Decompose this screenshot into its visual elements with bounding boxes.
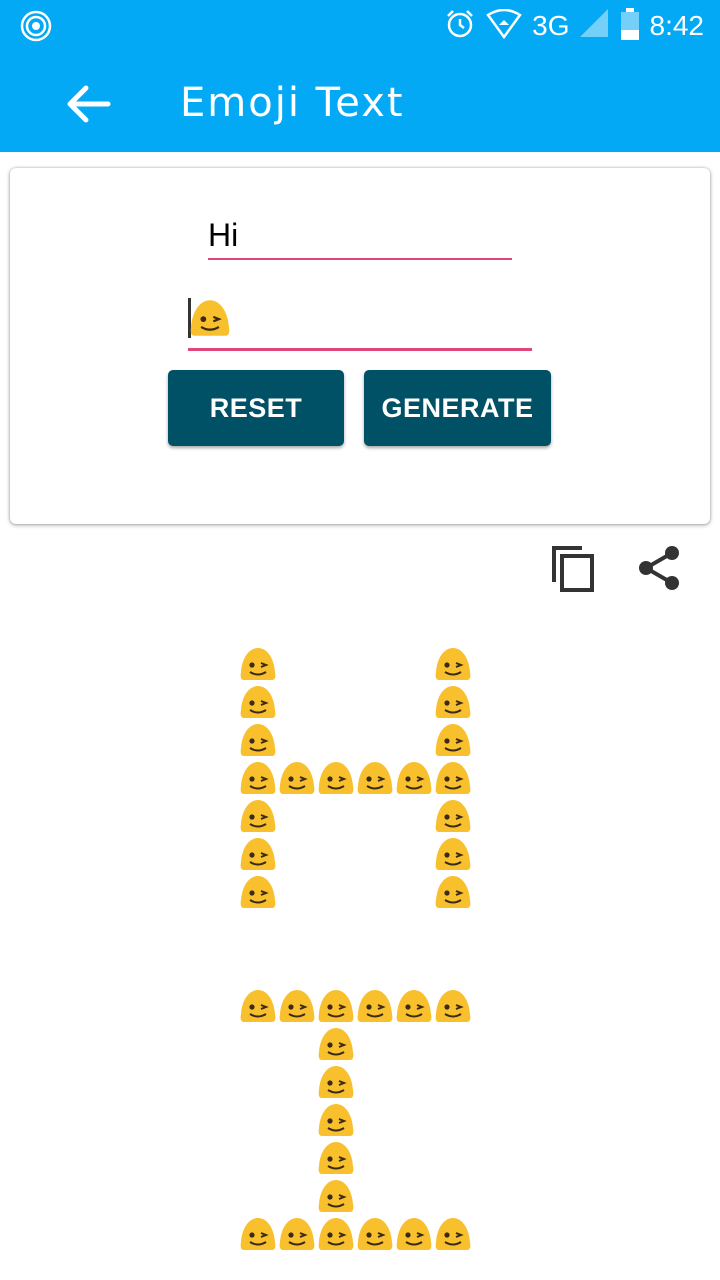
emoji-input[interactable] <box>188 294 532 351</box>
page-title: Emoji Text <box>180 80 405 126</box>
winking-face-emoji-icon <box>279 990 315 1022</box>
battery-icon <box>620 8 640 44</box>
winking-face-emoji-icon <box>240 990 276 1022</box>
winking-face-emoji-icon <box>435 686 471 718</box>
winking-face-emoji-icon <box>240 724 276 756</box>
winking-face-emoji-icon <box>435 990 471 1022</box>
winking-face-emoji-icon <box>318 1028 354 1060</box>
winking-face-emoji-icon <box>240 876 276 908</box>
winking-face-emoji-icon <box>318 762 354 794</box>
wifi-icon <box>486 8 522 43</box>
winking-face-emoji-icon <box>240 686 276 718</box>
notification-icon <box>20 10 52 46</box>
alarm-icon <box>444 8 476 44</box>
winking-face-emoji-icon <box>190 300 230 336</box>
winking-face-emoji-icon <box>318 1142 354 1174</box>
winking-face-emoji-icon <box>318 1104 354 1136</box>
input-card: RESET GENERATE <box>10 168 710 524</box>
winking-face-emoji-icon <box>357 1218 393 1250</box>
copy-icon[interactable] <box>548 544 598 594</box>
winking-face-emoji-icon <box>240 762 276 794</box>
status-bar: 3G 8:42 <box>0 0 720 52</box>
winking-face-emoji-icon <box>396 990 432 1022</box>
network-label: 3G <box>532 10 570 41</box>
app-toolbar: Emoji Text <box>0 52 720 152</box>
winking-face-emoji-icon <box>396 762 432 794</box>
winking-face-emoji-icon <box>435 838 471 870</box>
winking-face-emoji-icon <box>435 724 471 756</box>
back-arrow-icon[interactable] <box>64 82 112 126</box>
winking-face-emoji-icon <box>240 1218 276 1250</box>
winking-face-emoji-icon <box>318 990 354 1022</box>
winking-face-emoji-icon <box>435 876 471 908</box>
winking-face-emoji-icon <box>435 800 471 832</box>
winking-face-emoji-icon <box>318 1066 354 1098</box>
winking-face-emoji-icon <box>318 1180 354 1212</box>
winking-face-emoji-icon <box>240 648 276 680</box>
winking-face-emoji-icon <box>396 1218 432 1250</box>
reset-button[interactable]: RESET <box>168 370 344 446</box>
text-input[interactable] <box>208 212 512 260</box>
winking-face-emoji-icon <box>357 990 393 1022</box>
winking-face-emoji-icon <box>357 762 393 794</box>
winking-face-emoji-icon <box>279 762 315 794</box>
share-icon[interactable] <box>636 544 682 592</box>
generate-button[interactable]: GENERATE <box>364 370 551 446</box>
winking-face-emoji-icon <box>240 838 276 870</box>
winking-face-emoji-icon <box>435 1218 471 1250</box>
signal-icon <box>579 9 610 43</box>
winking-face-emoji-icon <box>318 1218 354 1250</box>
winking-face-emoji-icon <box>435 762 471 794</box>
clock: 8:42 <box>649 10 705 41</box>
winking-face-emoji-icon <box>279 1218 315 1250</box>
emoji-art-output <box>0 646 720 1266</box>
winking-face-emoji-icon <box>240 800 276 832</box>
winking-face-emoji-icon <box>435 648 471 680</box>
